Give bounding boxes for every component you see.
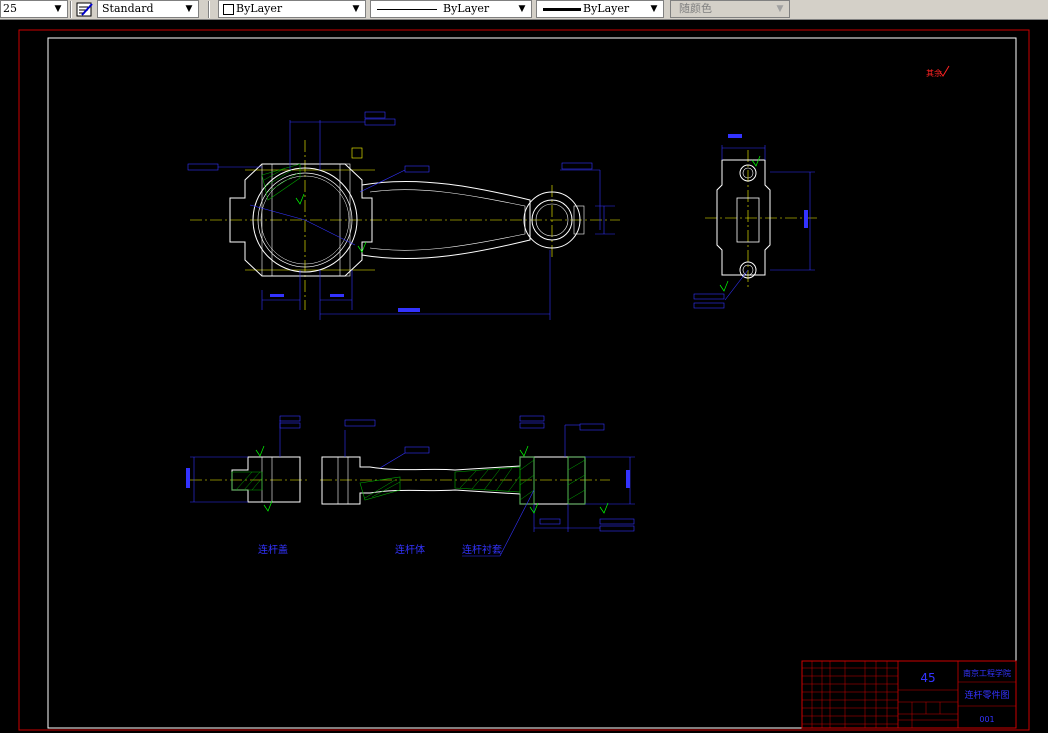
layer-color-dropdown[interactable]: ByLayer ▼ — [218, 0, 366, 18]
section-label-bushing: 连杆衬套 — [462, 543, 502, 556]
plot-style-value: 随颜色 — [679, 2, 712, 15]
plot-style-dropdown: 随颜色 ▼ — [670, 0, 790, 18]
linetype-dropdown[interactable]: ByLayer ▼ — [370, 0, 532, 18]
toolbar-separator — [208, 1, 210, 18]
text-style-value: Standard — [102, 2, 154, 15]
color-swatch-icon — [223, 4, 234, 15]
drawing-name: 连杆零件图 — [964, 689, 1009, 701]
rod-section-view: 连杆体 连杆衬套 — [320, 415, 635, 557]
section-label-rod: 连杆体 — [395, 543, 425, 556]
drawing-number: 001 — [979, 715, 994, 724]
chevron-down-icon[interactable]: ▼ — [647, 1, 661, 17]
material-value: 45 — [920, 671, 935, 685]
title-block: 45 南京工程学院 连杆零件图 001 — [801, 660, 1017, 729]
color-value: ByLayer — [236, 2, 283, 15]
linetype-preview-icon — [377, 9, 437, 10]
lineweight-preview-icon — [543, 8, 581, 11]
section-label-cap: 连杆盖 — [258, 543, 288, 556]
lineweight-dropdown[interactable]: ByLayer ▼ — [536, 0, 664, 18]
outer-sheet-border — [18, 29, 1030, 731]
scale-dropdown[interactable]: 25 ▼ — [0, 0, 68, 18]
text-style-dropdown[interactable]: Standard ▼ — [97, 0, 199, 18]
drawing-canvas[interactable]: 其余 连杆盖 连杆体 连杆衬套 45 南京工程学院 连杆零件图 001 — [0, 20, 1048, 733]
roughness-note-text: 其余 — [926, 68, 942, 78]
chevron-down-icon[interactable]: ▼ — [349, 1, 363, 17]
chevron-down-icon[interactable]: ▼ — [515, 1, 529, 17]
toolbar-separator — [70, 1, 72, 18]
drawing-frame — [47, 37, 1017, 729]
text-style-icon[interactable] — [76, 1, 94, 18]
front-view — [187, 111, 620, 320]
side-view — [693, 134, 820, 309]
chevron-down-icon[interactable]: ▼ — [182, 1, 196, 17]
properties-toolbar: 25 ▼ Standard ▼ ByLayer ▼ ByLayer ▼ ByLa… — [0, 0, 1048, 20]
school-name: 南京工程学院 — [963, 668, 1011, 678]
scale-value: 25 — [3, 2, 17, 15]
cap-section-view: 连杆盖 — [186, 415, 310, 556]
linetype-value: ByLayer — [443, 2, 490, 15]
roughness-note: 其余 — [926, 65, 950, 78]
chevron-down-icon: ▼ — [776, 4, 784, 14]
lineweight-value: ByLayer — [583, 2, 630, 15]
chevron-down-icon[interactable]: ▼ — [51, 1, 65, 17]
